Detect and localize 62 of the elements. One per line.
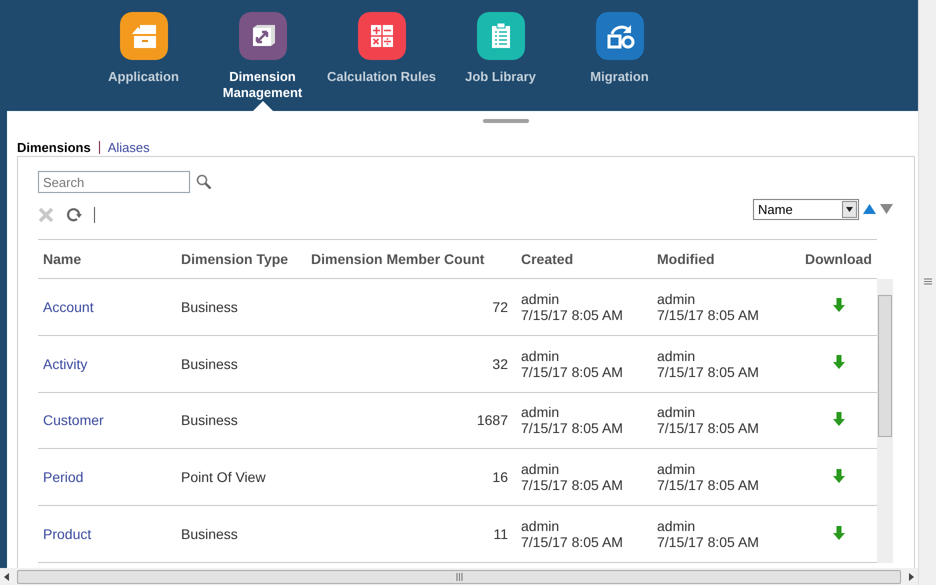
table-cell-text: admin 7/15/17 8:05 AM [657, 518, 760, 550]
column-header[interactable]: Dimension Member Count [306, 240, 516, 278]
table-cell: Point Of View [176, 448, 306, 506]
scrollbar[interactable] [918, 0, 936, 585]
table-cell: Business [176, 392, 306, 449]
table-cell: 11 [306, 506, 516, 562]
table-cell-text: admin 7/15/17 8:05 AM [657, 404, 760, 436]
column-header[interactable]: Dimension Type [176, 240, 306, 278]
download-icon[interactable] [832, 298, 844, 312]
download-icon[interactable] [832, 412, 844, 426]
dimension-link[interactable]: Account [43, 298, 94, 315]
table-cell-text: admin 7/15/17 8:05 AM [521, 461, 624, 494]
dimension-link[interactable]: Period [43, 469, 84, 486]
search-icon[interactable] [195, 173, 213, 191]
nav-item[interactable]: Migration [560, 0, 679, 111]
table-cell: 16 [306, 448, 516, 506]
application-tile-icon [120, 12, 168, 60]
table-cell-text: admin 7/15/17 8:05 AM [521, 518, 624, 550]
column-header[interactable]: Created [516, 240, 652, 278]
column-header[interactable]: Download [800, 240, 877, 278]
column-header[interactable]: Modified [652, 240, 800, 278]
sort-dropdown[interactable]: Name [753, 198, 859, 220]
sort-descending-icon[interactable] [880, 204, 893, 214]
sort-ascending-icon[interactable] [863, 204, 876, 214]
scroll-left-icon[interactable] [4, 572, 9, 580]
horizontal-scrollbar[interactable] [0, 568, 918, 585]
table-cell-text: admin 7/15/17 8:05 AM [657, 461, 760, 494]
table-cell-text: admin 7/15/17 8:05 AM [521, 348, 624, 380]
grip-icon [924, 278, 932, 285]
download-icon[interactable] [832, 355, 844, 370]
table-cell: 32 [306, 335, 516, 392]
table-cell-text: admin 7/15/17 8:05 AM [657, 290, 760, 323]
table-cell-text: admin 7/15/17 8:05 AM [657, 348, 760, 380]
table-cell: Business [176, 278, 306, 336]
scrollbar[interactable] [877, 279, 893, 563]
column-header[interactable]: Name [38, 240, 176, 278]
job-tile-icon [476, 12, 524, 60]
download-icon[interactable] [832, 526, 844, 540]
migration-tile-icon [596, 12, 644, 60]
table-cell: 1687 [306, 392, 516, 449]
grip-icon [456, 572, 462, 580]
download-icon[interactable] [832, 468, 844, 483]
table-cell: 72 [306, 278, 516, 336]
dimension-link[interactable]: Activity [43, 356, 88, 372]
nav-item[interactable]: Application [84, 0, 203, 111]
calculation-tile-icon [358, 12, 406, 60]
scroll-right-icon[interactable] [909, 572, 914, 580]
resize-handle[interactable] [483, 119, 529, 123]
table-cell-text: admin 7/15/17 8:05 AM [521, 404, 624, 436]
table-cell: Business [176, 335, 306, 392]
dimension-link[interactable]: Customer [43, 412, 104, 428]
search-field[interactable]: Search [38, 171, 190, 193]
table-cell-text: admin 7/15/17 8:05 AM [521, 290, 624, 323]
tab[interactable]: Aliases [108, 140, 150, 154]
nav-item[interactable]: Job Library [441, 0, 560, 111]
refresh-icon[interactable] [66, 207, 82, 223]
caret-icon [846, 206, 853, 212]
tab[interactable]: Dimensions [17, 140, 91, 154]
table-cell: Business [176, 506, 306, 562]
dimension-link[interactable]: Product [43, 526, 92, 542]
nav-item[interactable]: Calculation Rules [322, 0, 441, 111]
dimension-tile-icon [238, 12, 286, 60]
